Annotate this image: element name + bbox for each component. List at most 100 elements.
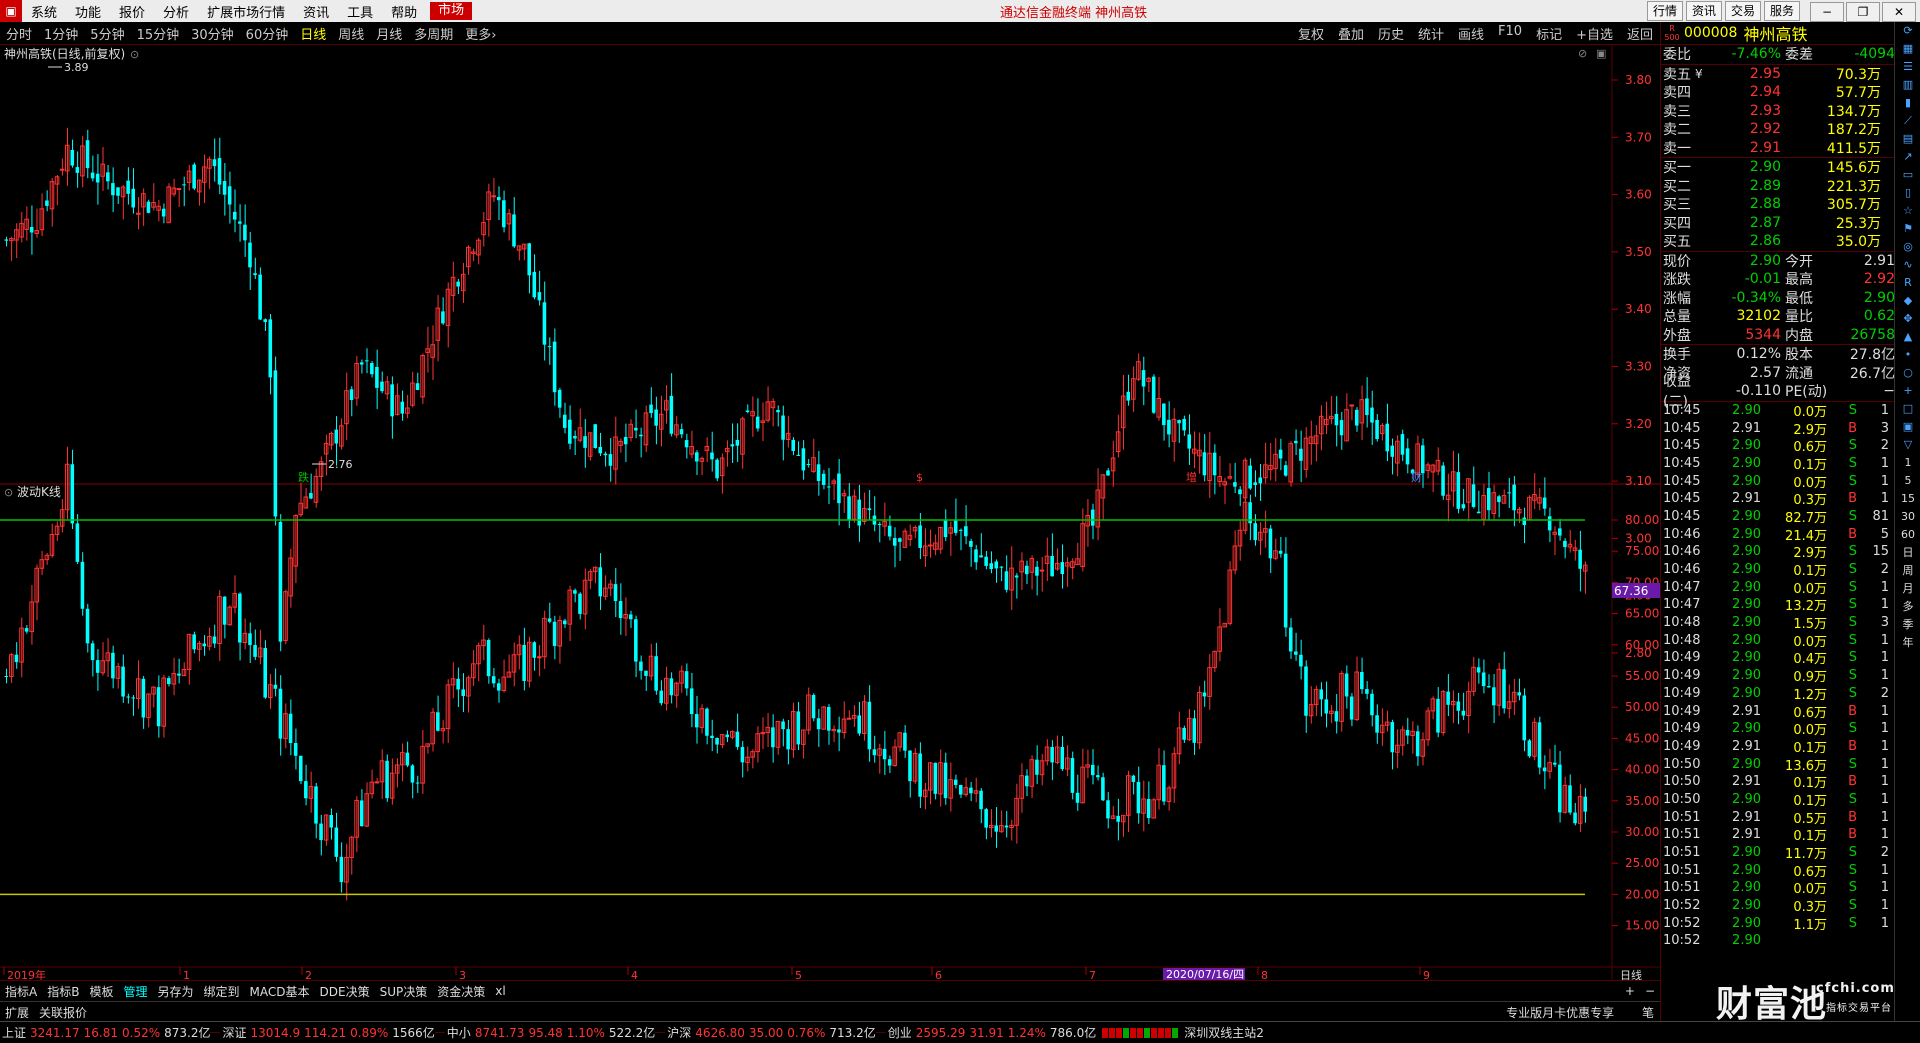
period-more[interactable]: 更多› <box>459 24 502 43</box>
draw-button[interactable]: 画线 <box>1451 24 1491 43</box>
tab-save-as[interactable]: 另存为 <box>152 983 198 1000</box>
mark-button[interactable]: 标记 <box>1529 24 1569 43</box>
adjust-button[interactable]: 复权 <box>1291 24 1331 43</box>
ask-row[interactable]: 卖三 2.93 134.7万 <box>1661 102 1895 121</box>
doc-icon[interactable]: ▯ <box>1895 184 1920 202</box>
period-60min[interactable]: 60分钟 <box>240 24 295 43</box>
chart-area[interactable]: 神州高铁(日线,前复权) ⊙ ⊘ ▣ ⊙ 波动K线 3.80 3.70 3.60 3.… <box>0 45 1660 982</box>
period-weekly[interactable]: 周线 <box>332 24 370 43</box>
refresh-icon[interactable]: ⟳ <box>1895 22 1920 40</box>
menu-function[interactable]: 功能 <box>66 2 110 21</box>
menu-quote[interactable]: 报价 <box>110 2 154 21</box>
indicator-settings-icon[interactable]: ⊙ <box>4 486 13 499</box>
period-multi[interactable]: 多周期 <box>408 24 459 43</box>
tab-template[interactable]: 模板 <box>84 983 118 1000</box>
period-5min[interactable]: 5分钟 <box>84 24 130 43</box>
cross-icon[interactable]: + <box>1895 382 1920 400</box>
ticker-name[interactable]: 创业 <box>888 1024 912 1041</box>
menu-info[interactable]: 资讯 <box>294 2 338 21</box>
service-tab-button[interactable]: 服务 <box>1763 1 1800 21</box>
star-icon[interactable]: ☆ <box>1895 202 1920 220</box>
period-15min[interactable]: 15分钟 <box>131 24 186 43</box>
ticker-name[interactable]: 上证 <box>2 1024 26 1041</box>
tab-macd[interactable]: MACD基本 <box>245 983 315 1000</box>
market-button[interactable]: 市场 <box>430 2 473 20</box>
chart-tool-icon[interactable]: ⊘ <box>1578 47 1587 60</box>
info-tab-button[interactable]: 资讯 <box>1685 1 1722 21</box>
quote-tab-button[interactable]: 行情 <box>1646 1 1683 21</box>
square-icon[interactable]: □ <box>1895 400 1920 418</box>
table-icon[interactable]: ▤ <box>1895 130 1920 148</box>
rsi-icon[interactable]: R <box>1895 274 1920 292</box>
promo-link[interactable]: 专业版月卡优惠专享 笔 <box>1496 1004 1664 1021</box>
back-button[interactable]: 返回 <box>1620 24 1660 43</box>
period-shortcut[interactable]: 30 <box>1895 508 1920 526</box>
app-logo-icon[interactable]: ▣ <box>0 0 22 22</box>
stock-name[interactable]: 神州高铁 <box>1743 21 1807 45</box>
period-shortcut[interactable]: 日 <box>1895 544 1920 562</box>
ask-row[interactable]: 卖一 2.91 411.5万 <box>1661 139 1895 158</box>
period-daily[interactable]: 日线 <box>294 24 332 43</box>
list-icon[interactable]: ☰ <box>1895 58 1920 76</box>
bid-row[interactable]: 买二 2.89 221.3万 <box>1661 177 1895 196</box>
period-shortcut[interactable]: 月 <box>1895 580 1920 598</box>
tab-indicator-b[interactable]: 指标B <box>42 983 84 1000</box>
ring-icon[interactable]: ○ <box>1895 364 1920 382</box>
wave-icon[interactable]: ∿ <box>1895 256 1920 274</box>
period-shortcut[interactable]: 15 <box>1895 490 1920 508</box>
dot-icon[interactable]: • <box>1895 346 1920 364</box>
menu-tools[interactable]: 工具 <box>338 2 382 21</box>
move-icon[interactable]: ✥ <box>1895 310 1920 328</box>
menu-analysis[interactable]: 分析 <box>154 2 198 21</box>
bid-row[interactable]: 买五 2.86 35.0万 <box>1661 232 1895 251</box>
f10-button[interactable]: F10 <box>1491 24 1529 43</box>
related-quote-button[interactable]: 关联报价 <box>34 1004 92 1021</box>
period-shortcut[interactable]: 季 <box>1895 616 1920 634</box>
line-chart-icon[interactable]: ⟋ <box>1895 112 1920 130</box>
history-button[interactable]: 历史 <box>1371 24 1411 43</box>
triangle-icon[interactable]: ▲ <box>1895 328 1920 346</box>
menu-system[interactable]: 系统 <box>22 2 66 21</box>
period-shortcut[interactable]: 60 <box>1895 526 1920 544</box>
target-icon[interactable]: ◎ <box>1895 238 1920 256</box>
tab-indicator-a[interactable]: 指标A <box>0 983 42 1000</box>
stock-code[interactable]: 000008 <box>1684 25 1737 41</box>
chart-expand-icon[interactable]: ▣ <box>1596 47 1606 60</box>
period-shortcut[interactable]: 1 <box>1895 454 1920 472</box>
period-shortcut[interactable]: 周 <box>1895 562 1920 580</box>
zoom-in-button[interactable]: + <box>1620 984 1640 998</box>
up-trend-icon[interactable]: ↗ <box>1895 148 1920 166</box>
ticker-name[interactable]: 沪深 <box>667 1024 691 1041</box>
ticker-name[interactable]: 深证 <box>222 1024 246 1041</box>
trade-tab-button[interactable]: 交易 <box>1724 1 1761 21</box>
tab-dde[interactable]: DDE决策 <box>315 983 375 1000</box>
ask-row[interactable]: 卖二 2.92 187.2万 <box>1661 120 1895 139</box>
period-shortcut[interactable]: 5 <box>1895 472 1920 490</box>
period-monthly[interactable]: 月线 <box>370 24 408 43</box>
ticker-name[interactable]: 中小 <box>447 1024 471 1041</box>
candle-icon[interactable]: ▮ <box>1895 94 1920 112</box>
zoom-out-button[interactable]: − <box>1640 984 1660 998</box>
menu-help[interactable]: 帮助 <box>382 2 426 21</box>
ask-row[interactable]: 卖四 2.94 57.7万 <box>1661 83 1895 102</box>
minimize-icon[interactable]: − <box>1810 2 1844 22</box>
tab-xl[interactable]: xl <box>490 984 510 998</box>
overlay-button[interactable]: 叠加 <box>1331 24 1371 43</box>
bid-row[interactable]: 买三 2.88 305.7万 <box>1661 195 1895 214</box>
stats-button[interactable]: 统计 <box>1411 24 1451 43</box>
kline-chart[interactable]: 神州高铁(日线,前复权) ⊙ ⊘ ▣ ⊙ 波动K线 3.80 3.70 3.60 3.… <box>0 45 1660 982</box>
tab-bind-to[interactable]: 绑定到 <box>199 983 245 1000</box>
period-shortcut[interactable]: 年 <box>1895 634 1920 652</box>
chart-settings-icon[interactable]: ⊙ <box>130 48 139 61</box>
period-shortcut[interactable]: 多 <box>1895 598 1920 616</box>
tab-sup[interactable]: SUP决策 <box>375 983 433 1000</box>
menu-ext-market[interactable]: 扩展市场行情 <box>198 2 294 21</box>
filter-icon[interactable]: ▽ <box>1895 436 1920 454</box>
grid-icon[interactable]: ▦ <box>1895 40 1920 58</box>
bid-row[interactable]: 买四 2.87 25.3万 <box>1661 214 1895 233</box>
close-icon[interactable]: ✕ <box>1882 2 1916 22</box>
ask-row[interactable]: 卖五 ¥2.95 70.3万 <box>1661 65 1895 84</box>
broadcast-server[interactable]: 深圳双线主站2 <box>1184 1024 1264 1041</box>
folder-icon[interactable]: ▭ <box>1895 166 1920 184</box>
period-tick[interactable]: 分时 <box>0 24 38 43</box>
